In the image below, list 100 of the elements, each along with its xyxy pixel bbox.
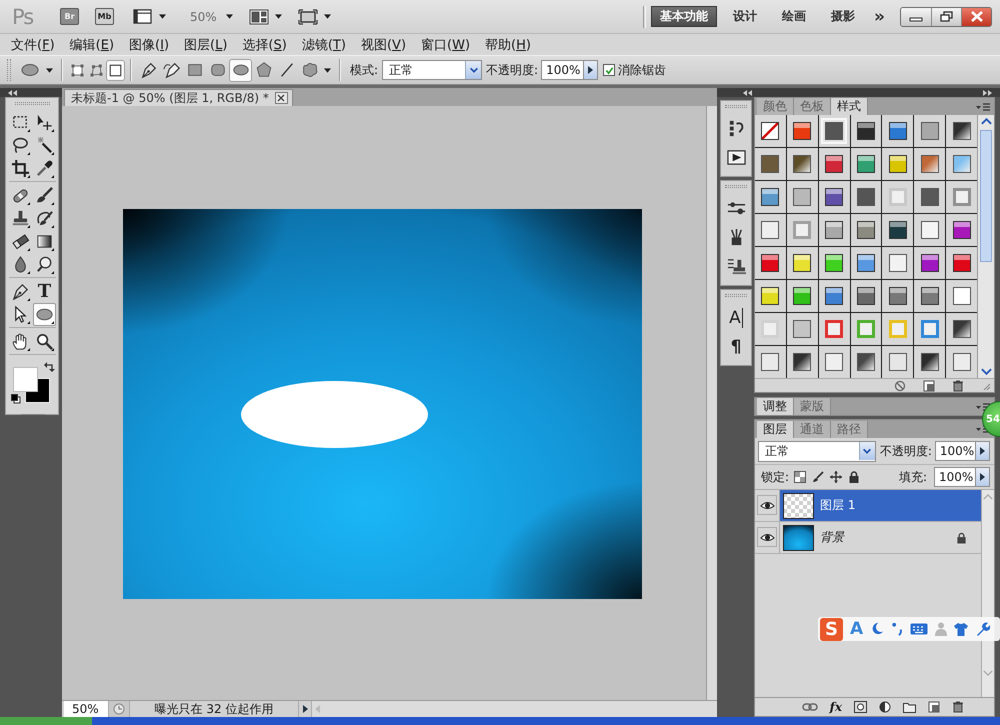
zoom-level-button[interactable]: 50% [189,6,234,26]
zoom-field[interactable]: 50% [64,701,108,717]
chevron-down-icon [862,446,872,456]
layout-grid-icon [248,8,269,24]
brush-icon [812,471,824,483]
horizontal-scrollbar[interactable] [311,701,717,717]
brush-icon [35,186,54,205]
stamp-lines-icon [726,257,746,276]
crop-icon [11,159,30,178]
panel-dock-button[interactable]: A [723,303,749,332]
tab-close-button[interactable] [274,92,288,104]
keyboard-icon [910,623,928,635]
link-icon [802,701,818,713]
workspace-button[interactable]: 摄影 [822,6,864,27]
arrange-documents-button[interactable] [248,6,283,26]
panel-tab[interactable]: 样式 [831,98,868,115]
eye-icon [760,500,774,510]
foreground-color-swatch[interactable] [13,367,38,392]
close-button[interactable] [961,8,991,26]
scroll-down-icon [980,367,992,376]
workspace-button[interactable]: 绘画 [773,6,816,27]
shape-tool-button[interactable] [229,58,252,82]
fill-slider-button[interactable] [976,467,990,487]
polygon-icon [254,61,272,79]
menu-item[interactable]: 文件(F) [11,36,55,54]
document-tab[interactable]: 未标题-1 @ 50% (图层 1, RGB/8) * [64,89,293,106]
pen-nib-icon [140,61,158,79]
menu-item[interactable]: 帮助(H) [485,36,531,54]
menu-item[interactable]: 滤镜(T) [302,36,346,54]
custom-shape-icon [300,61,318,79]
panel-dock-button[interactable]: ¶ [723,332,749,361]
shirt-icon [954,622,968,636]
minimize-button[interactable] [901,8,931,26]
chevron-down-icon [468,65,479,75]
ellipse-icon [20,62,40,78]
app-launcher-button[interactable]: Mb [95,8,114,25]
blend-mode-dropdown[interactable]: 正常 [758,440,876,462]
layer-thumbnail [783,492,814,518]
window-layout-icon [132,8,153,25]
tool-button[interactable] [9,157,32,180]
layer-row[interactable]: 背景 [779,522,981,553]
triangle-right-icon [588,66,594,74]
panel-tab[interactable]: 调整 [757,398,794,415]
triangle-right-icon [980,473,985,481]
style-swatch[interactable] [821,118,848,144]
circle-in-square-icon [854,701,867,713]
vertical-scrollbar[interactable] [706,106,717,700]
path-anchors-icon [89,62,104,78]
layer-opacity-field[interactable]: 100% [934,441,976,461]
path-mode-button[interactable] [106,60,125,80]
menu-item[interactable]: 编辑(E) [70,36,114,54]
layer-name: 图层 1 [820,497,856,514]
moon-icon [870,622,884,636]
opacity-slider-button[interactable] [976,441,990,461]
screen-frame-icon [298,8,318,24]
menu-item[interactable]: 图层(L) [184,36,228,54]
lock-label: 锁定: [761,468,790,486]
play-icon [726,148,746,167]
panel-tab[interactable]: 图层 [757,421,794,438]
visibility-toggle[interactable] [757,495,777,515]
screen-frame-button[interactable] [296,6,332,26]
zoom-icon [35,332,54,351]
styles-scrollbar[interactable] [977,115,994,378]
menu-item[interactable]: 窗口(W) [421,36,470,54]
ime-logo[interactable]: S [820,618,843,640]
dashed-rectangle-icon [11,113,30,132]
layer-thumbnail [783,524,814,550]
mode-dropdown[interactable]: 正常 [382,60,482,80]
workspace-button[interactable]: 基本功能 [651,6,718,27]
menu-item[interactable]: 图像(I) [129,36,170,54]
more-workspaces-button[interactable]: » [867,6,892,27]
caret-icon [324,68,331,72]
scroll-left-icon [315,705,320,713]
opacity-slider-button[interactable] [584,60,598,80]
antialias-label: 消除锯齿 [618,62,666,78]
tool-button[interactable]: T [33,280,56,303]
checkerboard-icon [794,471,806,483]
visibility-toggle[interactable] [757,527,777,547]
restore-icon [940,11,953,22]
restore-button[interactable] [931,8,961,26]
resize-grip-icon [981,380,991,390]
pen-nib-icon [11,282,30,301]
antialias-checkbox[interactable] [603,64,616,76]
layer-style-button[interactable]: fx [830,700,842,714]
ime-mode-button[interactable]: A [850,619,864,639]
tool-button[interactable] [33,303,56,326]
clock-icon [113,703,125,715]
menu-item[interactable]: 视图(V) [360,36,406,54]
opacity-field[interactable]: 100% [541,60,584,80]
panel-menu-icon [976,102,990,110]
prohibited-circle-icon [894,380,906,392]
trash-icon [952,701,964,713]
fill-field[interactable]: 100% [934,467,976,487]
check-icon [604,66,614,74]
screen-mode-button[interactable] [131,6,167,26]
layer-row[interactable]: 图层 1 [779,490,981,521]
menu-item[interactable]: 选择(S) [242,36,287,54]
scroll-down-icon [983,669,993,677]
workspace-button[interactable]: 设计 [724,6,766,27]
status-text: 曝光只在 32 位起作用 [154,700,274,718]
